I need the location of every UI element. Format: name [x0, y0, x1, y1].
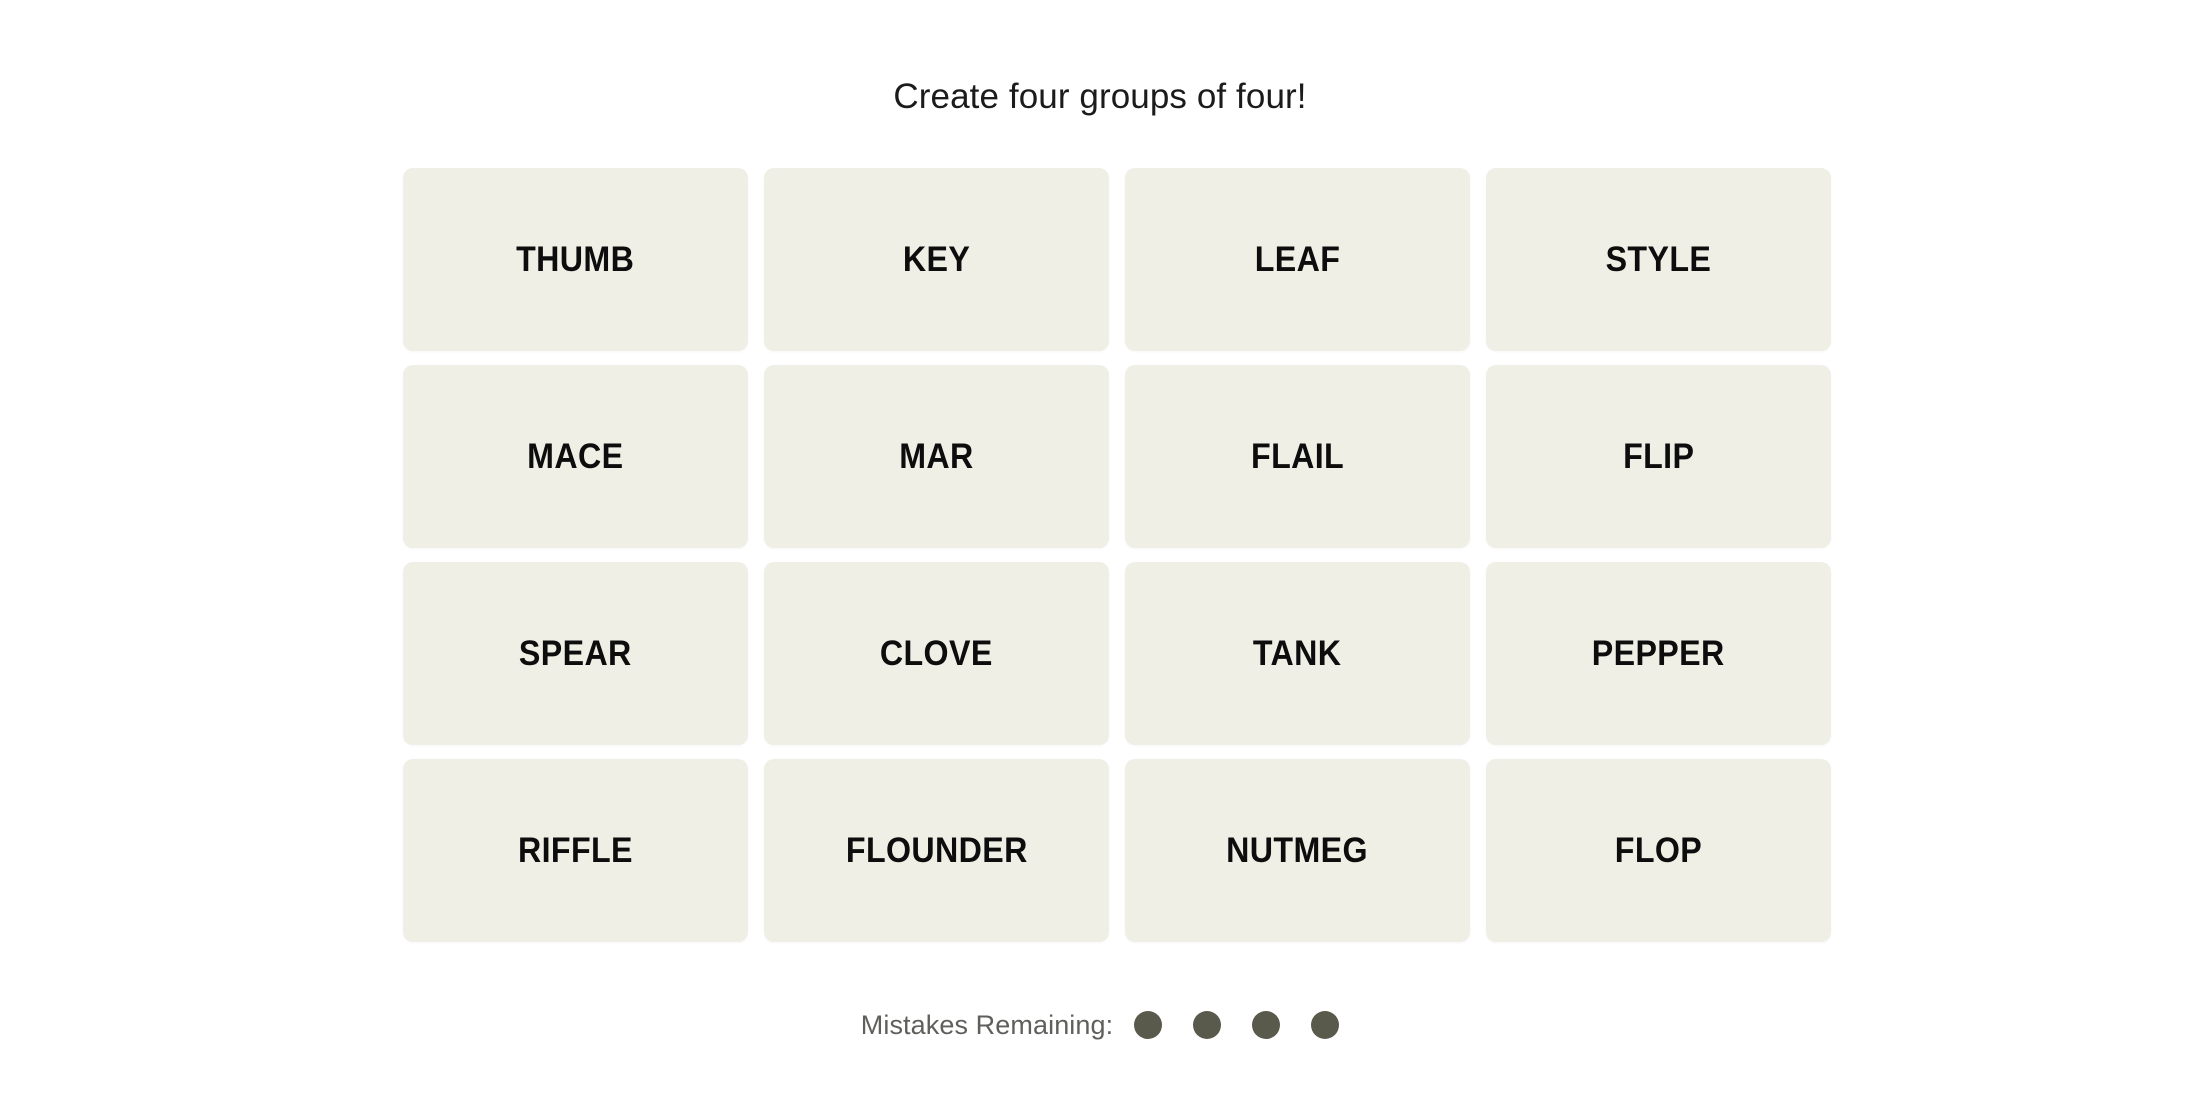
- word-tile[interactable]: MAR: [764, 365, 1109, 548]
- word-tile[interactable]: THUMB: [403, 168, 748, 351]
- word-tile[interactable]: PEPPER: [1486, 562, 1831, 745]
- mistakes-remaining: Mistakes Remaining:: [0, 1008, 2200, 1042]
- word-tile-label: FLOUNDER: [845, 831, 1028, 870]
- word-tile[interactable]: NUTMEG: [1125, 759, 1470, 942]
- word-tile-label: KEY: [902, 240, 971, 279]
- mistake-dot: [1311, 1011, 1340, 1039]
- mistakes-dot-list: [1134, 1011, 1340, 1039]
- mistake-dot: [1193, 1011, 1222, 1039]
- word-tile[interactable]: STYLE: [1486, 168, 1831, 351]
- word-tile-label: FLIP: [1622, 437, 1695, 476]
- word-tile-label: NUTMEG: [1226, 831, 1369, 870]
- word-tile[interactable]: SPEAR: [403, 562, 748, 745]
- word-tile[interactable]: RIFFLE: [403, 759, 748, 942]
- word-tile-label: RIFFLE: [518, 831, 633, 870]
- word-tile-label: STYLE: [1605, 240, 1712, 279]
- word-tile-label: FLOP: [1614, 831, 1703, 870]
- word-tile[interactable]: MACE: [403, 365, 748, 548]
- word-tile[interactable]: TANK: [1125, 562, 1470, 745]
- word-grid: THUMB KEY LEAF STYLE MACE MAR FLAIL FLIP SPEAR CL…: [403, 168, 1831, 942]
- mistakes-remaining-label: Mistakes Remaining:: [860, 1010, 1114, 1040]
- word-tile-label: TANK: [1253, 634, 1342, 673]
- word-tile[interactable]: FLOUNDER: [764, 759, 1109, 942]
- word-tile[interactable]: FLIP: [1486, 365, 1831, 548]
- word-tile-label: SPEAR: [519, 634, 632, 673]
- word-tile-label: LEAF: [1254, 240, 1341, 279]
- word-tile[interactable]: CLOVE: [764, 562, 1109, 745]
- word-tile[interactable]: FLAIL: [1125, 365, 1470, 548]
- page-title: Create four groups of four!: [893, 77, 1307, 116]
- word-tile-label: MAR: [899, 437, 974, 476]
- word-tile-label: MACE: [527, 437, 624, 476]
- word-tile[interactable]: LEAF: [1125, 168, 1470, 351]
- word-tile[interactable]: KEY: [764, 168, 1109, 351]
- mistake-dot: [1252, 1011, 1281, 1039]
- word-tile[interactable]: FLOP: [1486, 759, 1831, 942]
- connections-game: Create four groups of four! THUMB KEY LEAF…: [0, 0, 2200, 1100]
- word-tile-label: PEPPER: [1592, 634, 1725, 673]
- word-tile-label: THUMB: [516, 240, 635, 279]
- word-tile-label: CLOVE: [880, 634, 993, 673]
- word-tile-label: FLAIL: [1250, 437, 1345, 476]
- mistake-dot: [1134, 1011, 1163, 1039]
